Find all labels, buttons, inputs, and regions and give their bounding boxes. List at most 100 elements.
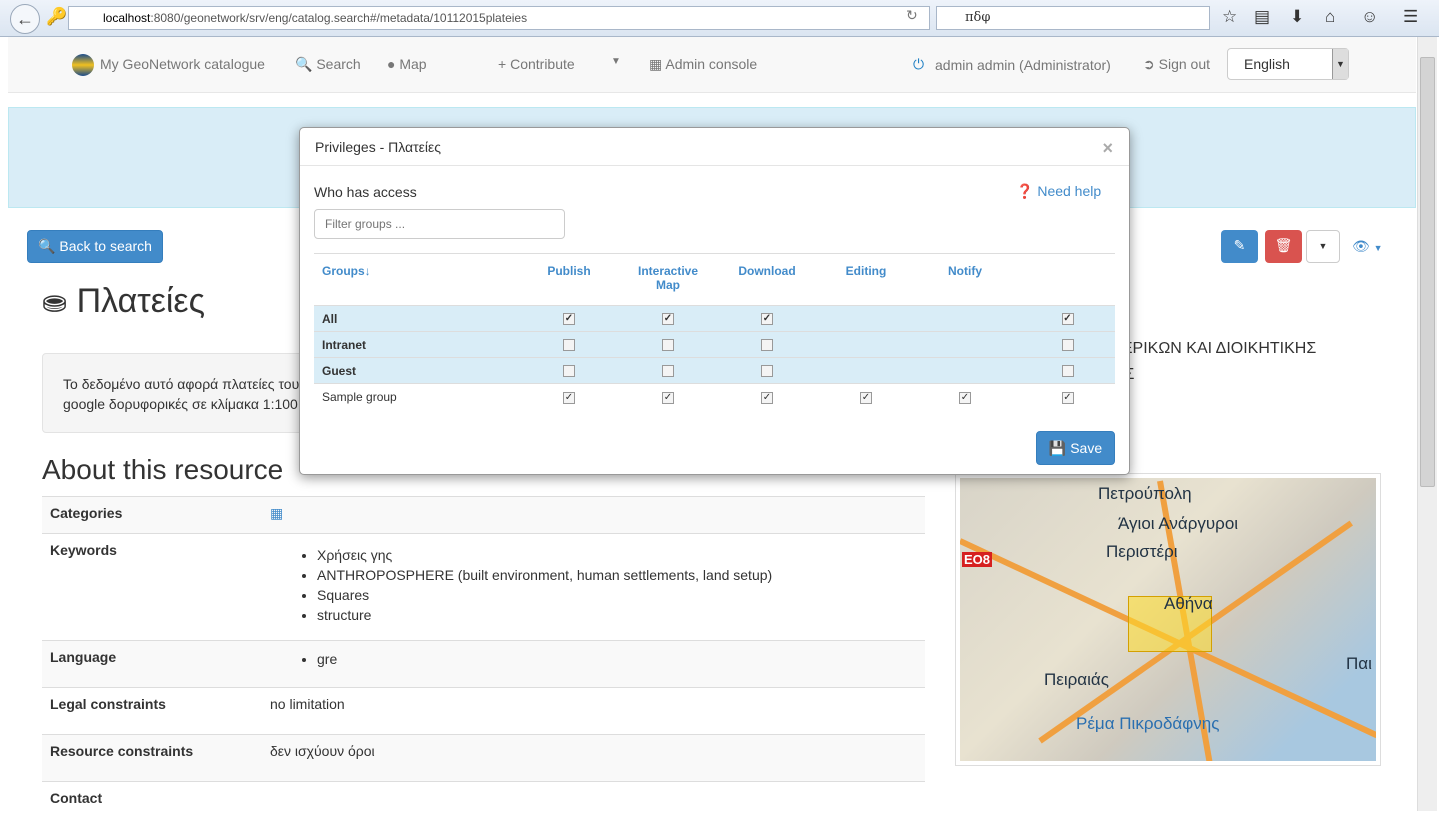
column-header-notify: Notify [910, 253, 1020, 306]
download-icon[interactable]: ⬇ [1290, 7, 1304, 27]
privilege-checkbox[interactable]: ✓ [1061, 391, 1074, 404]
sign-out[interactable]: ➲ Sign out [1143, 56, 1210, 73]
privilege-cell [822, 357, 910, 384]
map-label: Ρέμα Πικροδάφνης [1076, 714, 1220, 733]
organisation-line: ΙΣ [1120, 362, 1316, 388]
clipboard-icon[interactable]: ▤ [1254, 7, 1270, 27]
browser-search-input[interactable]: πδφ [936, 6, 1210, 30]
column-header-publish: Publish [514, 253, 624, 306]
scrollbar-thumb[interactable] [1420, 57, 1435, 487]
privilege-cell [910, 305, 1020, 332]
groups-label: Groups [322, 264, 365, 278]
group-row: Intranet [314, 331, 1115, 358]
abstract-line: google δορυφορικές σε κλίμακα 1:100 [63, 396, 298, 412]
map-label: Πετρούπολη [1098, 484, 1192, 503]
keyword-item: ANTHROPOSPHERE (built environment, human… [317, 565, 772, 585]
privilege-checkbox[interactable]: ✓ [761, 313, 773, 326]
about-heading: About this resource [42, 454, 284, 485]
column-header-interactive-map: Interactive Map [624, 253, 712, 306]
privilege-cell [712, 357, 822, 384]
page-scrollbar[interactable] [1417, 37, 1437, 811]
keywords-list: Χρήσεις γης ANTHROPOSPHERE (built enviro… [317, 545, 772, 632]
search-icon: 🔍 [38, 238, 56, 254]
privilege-checkbox[interactable]: ✓ [959, 391, 971, 404]
globe-icon: ● [387, 56, 396, 72]
column-header-all [1020, 253, 1115, 306]
resource-label: Resource constraints [50, 743, 194, 759]
view-menu[interactable]: 👁 ▼ [1352, 238, 1383, 255]
sign-out-icon: ➲ [1143, 56, 1155, 72]
who-has-access-label: Who has access [314, 184, 417, 200]
privilege-cell [1020, 357, 1115, 384]
reload-icon[interactable]: ↻ [906, 7, 918, 24]
map-label: Περιστέρι [1106, 542, 1178, 561]
nav-contribute[interactable]: + Contribute [498, 56, 575, 72]
map-label: Πειραιάς [1044, 670, 1109, 689]
privilege-checkbox[interactable]: ✓ [662, 313, 674, 326]
privilege-checkbox[interactable]: ✓ [761, 391, 773, 404]
nav-map[interactable]: ● Map [387, 56, 427, 72]
privilege-checkbox[interactable]: ✓ [563, 313, 575, 326]
privilege-cell: ✓ [624, 383, 712, 410]
back-to-search-button[interactable]: 🔍 Back to search [27, 230, 163, 263]
metadata-table: Categories ▦ Keywords Χρήσεις γης ANTHROP… [42, 496, 925, 821]
privilege-checkbox[interactable] [563, 339, 575, 352]
save-button[interactable]: 💾 Save [1036, 431, 1115, 465]
bookmark-star-icon[interactable]: ☆ [1222, 7, 1237, 27]
close-icon[interactable]: × [1102, 138, 1113, 159]
privilege-checkbox[interactable] [761, 365, 773, 378]
privilege-checkbox[interactable] [761, 339, 773, 352]
map-thumbnail[interactable]: Πετρούπολη Άγιοι Ανάργυροι Περιστέρι Αθή… [955, 473, 1381, 766]
language-label: Language [50, 649, 117, 665]
chat-icon[interactable]: ☺ [1361, 7, 1378, 27]
privilege-checkbox[interactable] [1061, 365, 1074, 378]
back-label: Back to search [59, 238, 152, 254]
key-icon[interactable]: 🔑 [46, 7, 67, 27]
language-value: English [1244, 56, 1290, 72]
more-dropdown-button[interactable]: ▼ [1306, 230, 1340, 263]
user-menu[interactable]: admin admin (Administrator) [935, 57, 1111, 73]
column-header-groups[interactable]: Groups↓ [314, 253, 514, 306]
edit-button[interactable]: ✎ [1221, 230, 1258, 263]
privilege-checkbox[interactable]: ✓ [662, 391, 674, 404]
privilege-checkbox[interactable]: ✓ [860, 391, 872, 404]
privilege-checkbox[interactable] [1061, 339, 1074, 352]
nav-search[interactable]: 🔍 Search [295, 56, 361, 73]
back-arrow-icon[interactable]: ← [10, 4, 40, 34]
privilege-checkbox[interactable]: ✓ [563, 391, 575, 404]
url-bar[interactable]: localhost:8080/geonetwork/srv/eng/catalo… [68, 6, 930, 30]
column-header-download: Download [712, 253, 822, 306]
menu-icon[interactable]: ☰ [1403, 7, 1418, 27]
privileges-modal: Privileges - Πλατείες × Who has access ❓ … [299, 127, 1130, 475]
language-select[interactable]: English ▼ [1227, 48, 1349, 80]
privilege-checkbox[interactable] [563, 365, 575, 378]
privilege-checkbox[interactable] [662, 339, 674, 352]
privilege-cell [822, 305, 910, 332]
privilege-cell: ✓ [822, 383, 910, 410]
search-value: πδφ [965, 10, 991, 25]
group-name: Sample group [314, 383, 514, 410]
privilege-checkbox[interactable]: ✓ [1061, 313, 1074, 326]
sign-out-label: Sign out [1158, 56, 1210, 72]
need-help-link[interactable]: ❓ Need help [1016, 183, 1101, 200]
floppy-disk-icon: 💾 [1048, 440, 1067, 456]
nav-brand[interactable]: My GeoNetwork catalogue [100, 56, 265, 72]
legal-value: no limitation [270, 696, 345, 712]
privilege-cell [1020, 331, 1115, 358]
nav-admin-label: Admin console [665, 56, 758, 72]
modal-title: Privileges - Πλατείες [315, 139, 441, 155]
title-text: Πλατείες [76, 282, 205, 320]
group-name: Intranet [314, 331, 514, 358]
road-sign-label: ΕΟ8 [962, 552, 993, 567]
privilege-cell: ✓ [712, 305, 822, 332]
contribute-caret-icon[interactable]: ▼ [611, 56, 621, 67]
filter-groups-input[interactable] [314, 209, 565, 239]
delete-button[interactable]: 🗑 [1265, 230, 1302, 263]
keyword-item: Χρήσεις γης [317, 545, 772, 565]
caret-down-icon: ▼ [1318, 241, 1328, 251]
privilege-cell: ✓ [910, 383, 1020, 410]
privilege-checkbox[interactable] [662, 365, 674, 378]
nav-admin-console[interactable]: ▦ Admin console [649, 56, 757, 73]
keyword-item: Squares [317, 585, 772, 605]
home-icon[interactable]: ⌂ [1325, 7, 1335, 27]
